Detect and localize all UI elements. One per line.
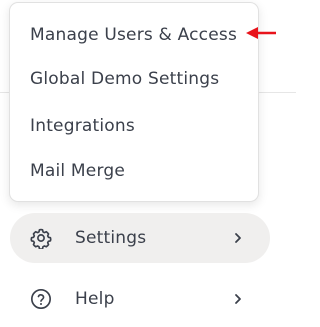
annotation-arrow-icon (246, 27, 276, 39)
gear-icon (30, 228, 52, 249)
menu-item-help-label: Help (75, 289, 115, 309)
divider-right (258, 92, 296, 93)
question-circle-icon (31, 289, 51, 309)
chevron-right-icon (235, 233, 241, 243)
menu-item-settings-label: Settings (75, 228, 147, 248)
submenu-item-integrations[interactable]: Integrations (30, 115, 135, 137)
submenu-item-manage-users-access[interactable]: Manage Users & Access (30, 24, 237, 46)
submenu-item-mail-merge[interactable]: Mail Merge (30, 160, 125, 182)
menu-item-settings[interactable]: Settings (10, 213, 270, 263)
submenu-item-global-demo-settings[interactable]: Global Demo Settings (30, 68, 219, 90)
chevron-right-icon (235, 294, 241, 304)
menu-item-help[interactable]: Help (10, 274, 270, 324)
settings-submenu: Manage Users & Access Global Demo Settin… (9, 2, 259, 202)
